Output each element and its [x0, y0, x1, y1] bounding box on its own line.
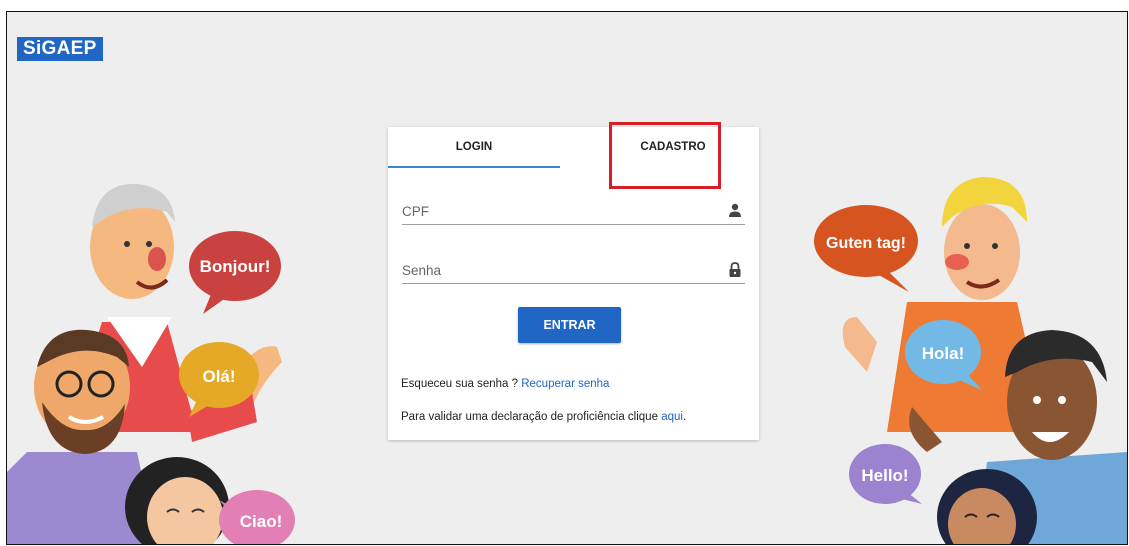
recover-password-link[interactable]: Recuperar senha	[521, 378, 609, 390]
senha-placeholder: Senha	[402, 263, 442, 278]
bubble-hello: Hello!	[849, 444, 922, 504]
cadastro-highlight-box	[609, 122, 721, 189]
lock-icon	[729, 262, 741, 277]
bubble-ola-text: Olá!	[202, 367, 235, 386]
validate-line: Para validar uma declaração de proficiên…	[401, 411, 686, 423]
bubble-hola-text: Hola!	[922, 344, 965, 363]
bubble-bonjour: Bonjour!	[189, 231, 281, 314]
bubble-bonjour-text: Bonjour!	[200, 257, 271, 276]
forgot-password-line: Esqueceu sua senha ? Recuperar senha	[401, 378, 609, 390]
bubble-guten: Guten tag!	[814, 205, 918, 292]
bubble-guten-text: Guten tag!	[826, 235, 906, 252]
cpf-field[interactable]: CPF	[402, 198, 745, 225]
validate-suffix: .	[682, 411, 687, 423]
bubble-ciao: Ciao!	[219, 490, 295, 544]
entrar-button[interactable]: ENTRAR	[518, 307, 621, 343]
user-icon	[729, 203, 741, 217]
validate-link[interactable]: aqui	[661, 411, 683, 423]
page-frame: SiGAEP Bonjour! Olá! Ciao! Guten tag! Ho…	[6, 11, 1128, 545]
forgot-text: Esqueceu sua senha ?	[401, 378, 519, 390]
tab-login[interactable]: LOGIN	[388, 127, 560, 168]
senha-field[interactable]: Senha	[402, 257, 745, 284]
cpf-placeholder: CPF	[402, 204, 429, 219]
bubble-hello-text: Hello!	[861, 466, 908, 485]
bubble-ciao-text: Ciao!	[240, 512, 283, 531]
validate-text: Para validar uma declaração de proficiên…	[401, 411, 658, 423]
